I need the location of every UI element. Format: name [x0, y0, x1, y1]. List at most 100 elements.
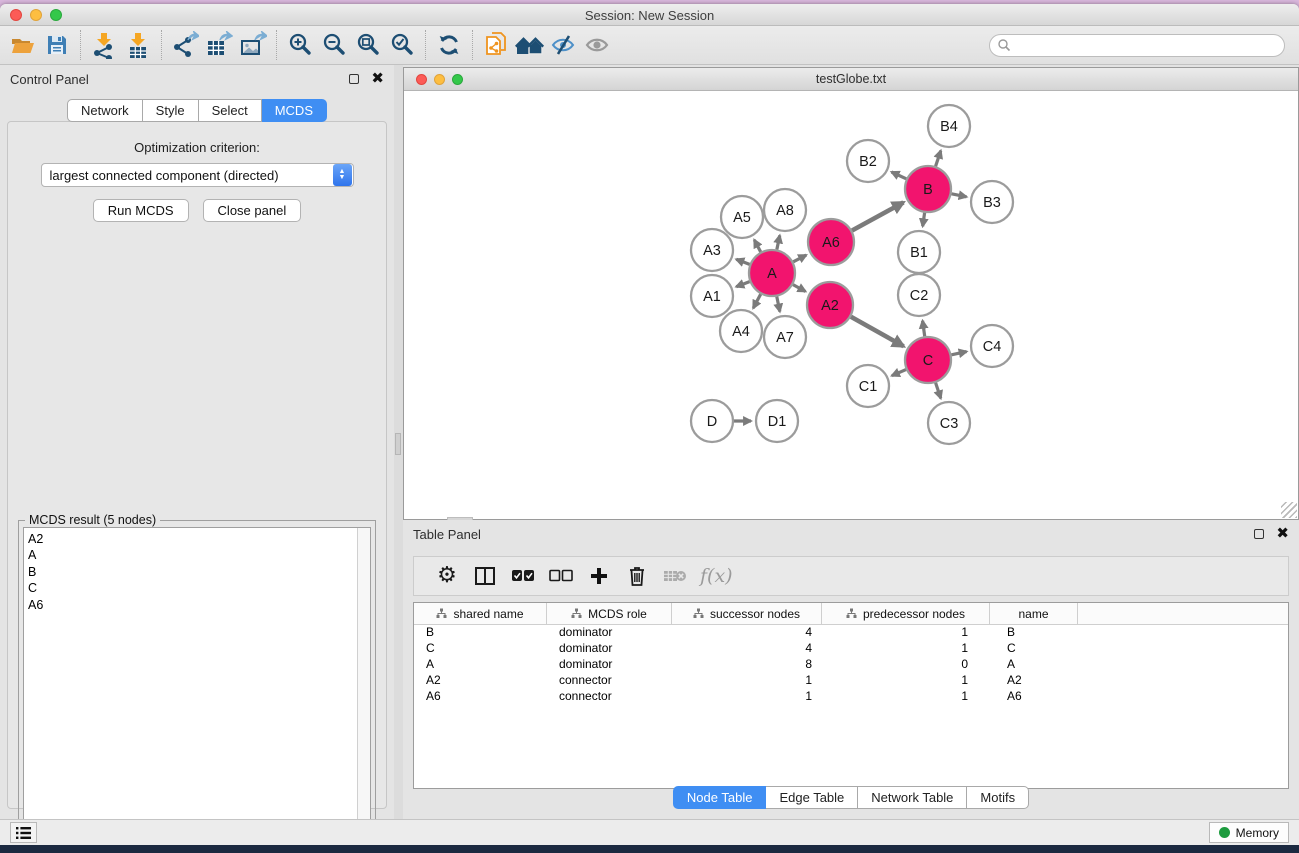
- node-table[interactable]: shared nameMCDS rolesuccessor nodesprede…: [413, 602, 1289, 789]
- memory-button[interactable]: Memory: [1209, 822, 1289, 843]
- tab-mcds[interactable]: MCDS: [262, 99, 327, 122]
- graph-node-A[interactable]: A: [749, 250, 795, 296]
- network-canvas[interactable]: B4B2BB3A8A5A6A3B1AA1C2A2A4A7C4CC1C3DD1: [404, 91, 1298, 519]
- show-all-button[interactable]: [581, 30, 615, 60]
- graph-node-A8[interactable]: A8: [764, 189, 806, 231]
- column-header-MCDS-role[interactable]: MCDS role: [547, 603, 672, 624]
- close-panel-button[interactable]: Close panel: [203, 199, 302, 222]
- graph-node-D[interactable]: D: [691, 400, 733, 442]
- export-network-button[interactable]: [168, 30, 202, 60]
- column-header-shared-name[interactable]: shared name: [414, 603, 547, 624]
- graph-edge-A-A7[interactable]: [777, 297, 780, 312]
- table-row[interactable]: A2connector11A2: [414, 673, 1288, 689]
- float-panel-icon[interactable]: [1254, 529, 1264, 539]
- import-table-button[interactable]: [121, 30, 155, 60]
- mcds-result-list[interactable]: A2ABCA6: [23, 527, 371, 853]
- zoom-fit-button[interactable]: [351, 30, 385, 60]
- list-item[interactable]: B: [28, 564, 357, 580]
- close-panel-icon[interactable]: ✖: [371, 74, 384, 84]
- zoom-selected-button[interactable]: [385, 30, 419, 60]
- split-view-button[interactable]: [466, 560, 504, 592]
- export-image-button[interactable]: [236, 30, 270, 60]
- task-history-button[interactable]: [10, 822, 37, 843]
- graph-node-C2[interactable]: C2: [898, 274, 940, 316]
- result-list-scrollbar[interactable]: [357, 528, 370, 853]
- run-mcds-button[interactable]: Run MCDS: [93, 199, 189, 222]
- graph-node-A2[interactable]: A2: [807, 282, 853, 328]
- function-builder-button[interactable]: f(x): [700, 565, 733, 587]
- table-row[interactable]: Bdominator41B: [414, 625, 1288, 641]
- graph-edge-C-C1[interactable]: [892, 370, 906, 376]
- hide-selected-button[interactable]: [547, 30, 581, 60]
- search-input[interactable]: [1011, 36, 1284, 54]
- graph-edge-A2-C[interactable]: [851, 317, 904, 347]
- graph-edge-A-A1[interactable]: [736, 282, 749, 287]
- frame-resize-grip[interactable]: [1281, 502, 1297, 518]
- select-all-button[interactable]: [504, 560, 542, 592]
- graph-node-A6[interactable]: A6: [808, 219, 854, 265]
- graph-node-C4[interactable]: C4: [971, 325, 1013, 367]
- list-item[interactable]: C: [28, 580, 357, 596]
- new-network-from-selection-button[interactable]: [479, 30, 513, 60]
- graph-edge-A-A4[interactable]: [753, 294, 760, 308]
- graph-node-C3[interactable]: C3: [928, 402, 970, 444]
- graph-node-B[interactable]: B: [905, 166, 951, 212]
- table-settings-button[interactable]: ⚙: [428, 560, 466, 592]
- graph-edge-B-B1[interactable]: [923, 213, 925, 227]
- graph-edge-C-C4[interactable]: [951, 352, 966, 355]
- refresh-button[interactable]: [432, 30, 466, 60]
- list-item[interactable]: A: [28, 547, 357, 563]
- panel-split-divider[interactable]: [394, 65, 403, 819]
- import-network-button[interactable]: [87, 30, 121, 60]
- column-header-predecessor-nodes[interactable]: predecessor nodes: [822, 603, 990, 624]
- list-item[interactable]: A6: [28, 597, 357, 613]
- table-row[interactable]: Cdominator41C: [414, 641, 1288, 657]
- first-neighbors-button[interactable]: [513, 30, 547, 60]
- column-header-name[interactable]: name: [990, 603, 1078, 624]
- graph-node-C[interactable]: C: [905, 337, 951, 383]
- graph-edge-A6-B[interactable]: [852, 202, 903, 230]
- tab-style[interactable]: Style: [143, 99, 199, 122]
- delete-table-button[interactable]: [656, 560, 694, 592]
- graph-edge-B-B3[interactable]: [952, 194, 967, 197]
- deselect-all-button[interactable]: [542, 560, 580, 592]
- graph-edge-A-A3[interactable]: [736, 259, 749, 264]
- graph-edge-B-B4[interactable]: [936, 151, 941, 167]
- graph-node-B4[interactable]: B4: [928, 105, 970, 147]
- network-frame-titlebar[interactable]: testGlobe.txt: [404, 68, 1298, 91]
- graph-edge-A-A2[interactable]: [793, 285, 805, 292]
- graph-node-A1[interactable]: A1: [691, 275, 733, 317]
- close-panel-icon[interactable]: ✖: [1276, 529, 1289, 539]
- optimization-criterion-select[interactable]: largest connected component (directed) ▲…: [41, 163, 354, 187]
- tab-network[interactable]: Network: [67, 99, 143, 122]
- graph-edge-A-A8[interactable]: [777, 235, 780, 249]
- network-graph[interactable]: B4B2BB3A8A5A6A3B1AA1C2A2A4A7C4CC1C3DD1: [404, 91, 1298, 519]
- graph-node-A5[interactable]: A5: [721, 196, 763, 238]
- graph-edge-C-C3[interactable]: [936, 383, 941, 399]
- graph-edge-A-A5[interactable]: [754, 240, 760, 252]
- graph-node-A3[interactable]: A3: [691, 229, 733, 271]
- export-table-button[interactable]: [202, 30, 236, 60]
- add-column-button[interactable]: [580, 560, 618, 592]
- open-file-button[interactable]: [6, 30, 40, 60]
- graph-edge-C-C2[interactable]: [923, 321, 925, 336]
- float-panel-icon[interactable]: [349, 74, 359, 84]
- graph-node-B2[interactable]: B2: [847, 140, 889, 182]
- table-row[interactable]: A6connector11A6: [414, 689, 1288, 705]
- table-row[interactable]: Adominator80A: [414, 657, 1288, 673]
- graph-edge-A-A6[interactable]: [793, 255, 806, 262]
- graph-node-A4[interactable]: A4: [720, 310, 762, 352]
- zoom-out-button[interactable]: [317, 30, 351, 60]
- tab-network-table[interactable]: Network Table: [858, 786, 967, 809]
- graph-node-A7[interactable]: A7: [764, 316, 806, 358]
- tab-motifs[interactable]: Motifs: [967, 786, 1029, 809]
- tab-node-table[interactable]: Node Table: [673, 786, 767, 809]
- list-item[interactable]: A2: [28, 531, 357, 547]
- column-header-successor-nodes[interactable]: successor nodes: [672, 603, 822, 624]
- delete-columns-button[interactable]: [618, 560, 656, 592]
- graph-node-B1[interactable]: B1: [898, 231, 940, 273]
- zoom-in-button[interactable]: [283, 30, 317, 60]
- tab-select[interactable]: Select: [199, 99, 262, 122]
- save-session-button[interactable]: [40, 30, 74, 60]
- graph-edge-B-B2[interactable]: [892, 172, 907, 179]
